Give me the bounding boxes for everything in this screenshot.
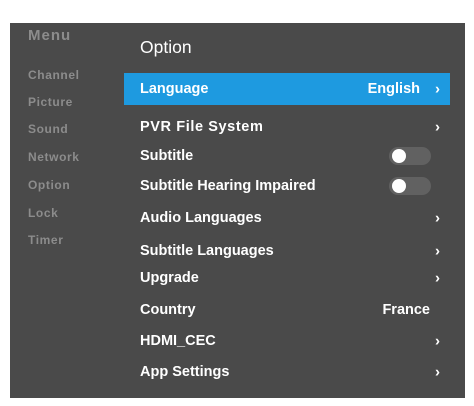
sidebar-item-timer[interactable]: Timer — [28, 233, 63, 247]
option-row-country[interactable]: Country France — [124, 295, 450, 325]
sidebar-item-network[interactable]: Network — [28, 150, 80, 164]
panel-title: Option — [140, 37, 192, 57]
option-label: Audio Languages — [140, 210, 262, 226]
option-label: Subtitle Hearing Impaired — [140, 178, 316, 194]
option-label: Country — [140, 302, 196, 318]
sidebar-item-option[interactable]: Option — [28, 178, 70, 192]
sidebar-item-lock[interactable]: Lock — [28, 206, 58, 220]
option-label: HDMI_CEC — [140, 333, 216, 349]
option-row-app-settings[interactable]: App Settings › — [124, 357, 450, 387]
option-label: PVR File System — [140, 119, 264, 135]
option-label: Upgrade — [140, 270, 199, 286]
option-row-language[interactable]: Language English › — [124, 73, 450, 105]
option-label: Language — [140, 81, 209, 97]
toggle-switch-icon[interactable] — [389, 177, 431, 195]
option-value: English — [367, 81, 420, 97]
tv-menu-screen: Menu Channel Picture Sound Network Optio… — [10, 23, 465, 398]
option-row-subtitle-hearing-impaired[interactable]: Subtitle Hearing Impaired — [124, 171, 450, 201]
option-row-hdmi-cec[interactable]: HDMI_CEC › — [124, 326, 450, 356]
option-label: Subtitle Languages — [140, 243, 274, 259]
option-row-pvr-file-system[interactable]: PVR File System › — [124, 112, 450, 142]
chevron-right-icon: › — [435, 209, 440, 227]
option-row-audio-languages[interactable]: Audio Languages › — [124, 203, 450, 233]
option-row-upgrade[interactable]: Upgrade › — [124, 263, 450, 293]
sidebar-item-picture[interactable]: Picture — [28, 95, 73, 109]
option-value: France — [382, 302, 430, 318]
option-row-subtitle-languages[interactable]: Subtitle Languages › — [124, 236, 450, 266]
option-label: App Settings — [140, 364, 230, 380]
toggle-knob — [392, 149, 406, 163]
menu-title: Menu — [28, 27, 72, 44]
chevron-right-icon: › — [435, 80, 440, 98]
chevron-right-icon: › — [435, 118, 440, 136]
chevron-right-icon: › — [435, 363, 440, 381]
chevron-right-icon: › — [435, 242, 440, 260]
chevron-right-icon: › — [435, 269, 440, 287]
chevron-right-icon: › — [435, 332, 440, 350]
toggle-knob — [392, 179, 406, 193]
option-row-subtitle[interactable]: Subtitle — [124, 141, 450, 171]
sidebar-item-channel[interactable]: Channel — [28, 68, 80, 82]
option-label: Subtitle — [140, 148, 194, 164]
toggle-switch-icon[interactable] — [389, 147, 431, 165]
sidebar-item-sound[interactable]: Sound — [28, 122, 68, 136]
